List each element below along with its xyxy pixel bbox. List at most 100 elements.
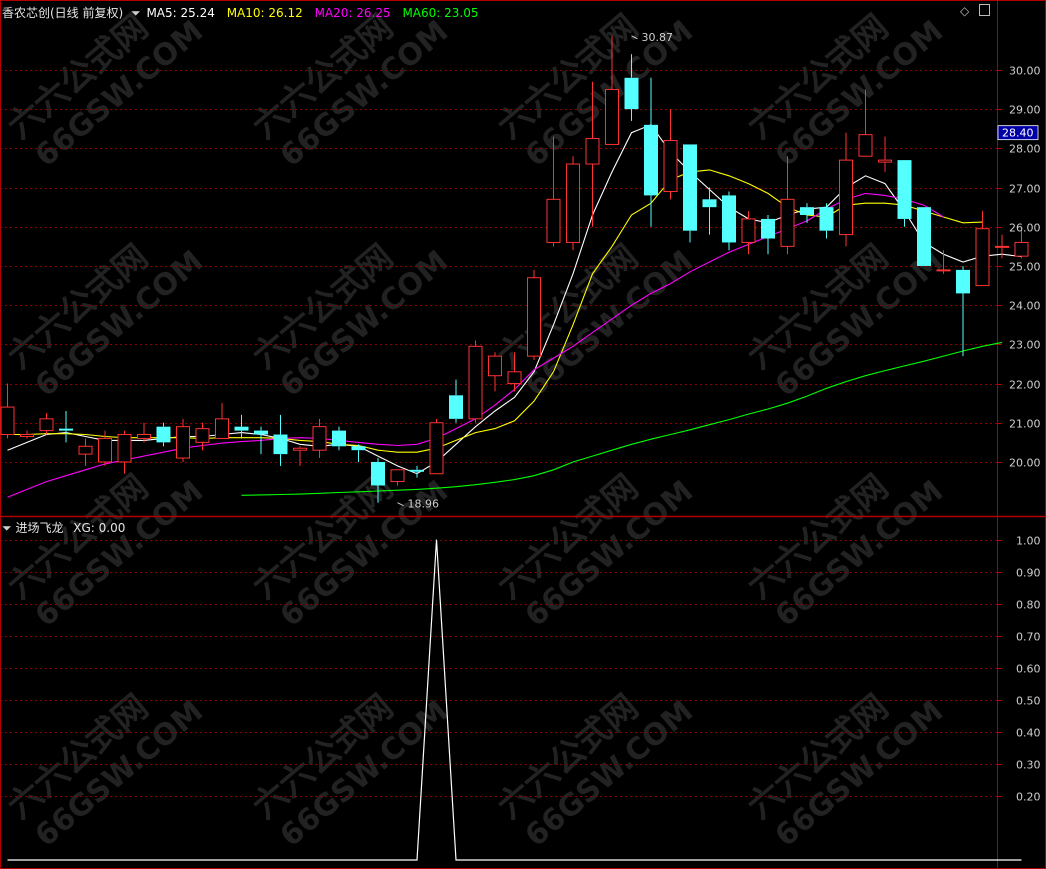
indicator-settings-icon[interactable]: ⏷ — [131, 6, 141, 20]
watermark-mark: 六六公式网66GSW.COM — [0, 237, 210, 404]
candle-body-up — [858, 134, 873, 157]
indicator-tick-label: 1.00 — [1016, 535, 1041, 548]
watermark-mark: 六六公式网66GSW.COM — [490, 467, 700, 634]
candle — [683, 144, 697, 243]
candle-body-up — [176, 426, 190, 459]
candle — [527, 269, 541, 361]
candle — [273, 414, 288, 466]
candle-body-down — [234, 426, 249, 431]
candle — [0, 383, 15, 439]
diamond-icon[interactable]: ◇ — [960, 4, 969, 18]
candle-body-down — [624, 77, 639, 110]
candle — [663, 109, 678, 200]
candle-body-down — [449, 395, 463, 419]
chart-window-controls: ◇ — [960, 4, 991, 18]
candle-body-up — [215, 418, 229, 439]
candle-body-up — [663, 140, 678, 192]
candle — [429, 418, 444, 475]
candle-body-up — [546, 198, 561, 243]
ma20-label: MA20: 26.25 — [314, 6, 391, 20]
candle-body-down — [956, 269, 970, 294]
candle-body-down — [897, 160, 912, 219]
candle-body-up — [936, 269, 951, 272]
candle-body-down — [819, 207, 834, 231]
candle — [761, 215, 775, 255]
watermark-mark: 六六公式网66GSW.COM — [490, 687, 700, 854]
candle-body-up — [488, 355, 502, 377]
candle-body-up — [507, 371, 522, 385]
price-tick-label: 29.00 — [1009, 104, 1041, 117]
candle-body-up — [839, 159, 853, 236]
candle-body-down — [683, 144, 697, 231]
candle-body-up — [605, 89, 619, 145]
candle-body-up — [293, 447, 307, 451]
candle — [488, 352, 502, 392]
candle — [566, 156, 580, 251]
candle-body-down — [254, 430, 268, 435]
candle — [449, 379, 463, 423]
candle — [20, 430, 34, 439]
candle — [644, 77, 658, 227]
candle-body-up — [975, 228, 990, 287]
candle-body-down — [917, 207, 931, 266]
candle — [956, 265, 970, 357]
indicator-value: XG: 0.00 — [73, 521, 126, 535]
candle — [215, 403, 229, 439]
candle-body-up — [117, 434, 132, 463]
candle-body-up — [585, 138, 600, 165]
annotation-label: 30.87 — [642, 31, 674, 44]
indicator-tick-label: 0.50 — [1016, 695, 1041, 708]
candle-body-up — [137, 434, 151, 439]
candle-body-up — [0, 406, 15, 436]
candle — [39, 412, 54, 435]
watermark-mark: 六六公式网66GSW.COM — [0, 467, 210, 634]
indicator-tick-label: 0.30 — [1016, 759, 1041, 772]
chart-header: 香农芯创(日线 前复权) ⏷ MA5: 25.24 MA10: 26.12 MA… — [2, 4, 479, 21]
candle — [332, 426, 346, 451]
candle-body-up — [1014, 241, 1029, 257]
candle — [1014, 230, 1029, 259]
price-tick-label: 26.00 — [1009, 222, 1041, 235]
candle-body-up — [98, 437, 112, 463]
indicator-settings-icon-2[interactable]: ⏷ — [2, 521, 12, 535]
candle-body-down — [371, 461, 385, 486]
candle-body-up — [780, 198, 795, 247]
candle-body-down — [59, 428, 73, 431]
candle — [390, 469, 405, 486]
stock-title[interactable]: 香农芯创(日线 前复权) — [2, 6, 123, 20]
watermark-mark: 六六公式网66GSW.COM — [490, 237, 700, 404]
indicator-title[interactable]: 进场飞龙 — [15, 521, 63, 535]
candle — [878, 136, 892, 172]
candle-body-up — [566, 163, 580, 243]
candle — [176, 418, 190, 462]
watermark-mark: 六六公式网66GSW.COM — [740, 467, 950, 634]
candle-body-down — [351, 446, 366, 451]
candle-body-down — [761, 218, 775, 239]
price-tick-label: 25.00 — [1009, 261, 1041, 274]
price-tick-label: 27.00 — [1009, 183, 1041, 196]
candle-body-up — [312, 426, 327, 451]
price-tick-label: 28.00 — [1009, 143, 1041, 156]
candle-body-up — [39, 418, 54, 432]
current-price-label: 28.40 — [1002, 127, 1034, 140]
candle-body-up — [741, 218, 756, 243]
candle — [468, 340, 483, 423]
price-tick-label: 21.00 — [1009, 418, 1041, 431]
candle-body-down — [702, 199, 717, 208]
price-axis: 20.00 21.00 22.00 23.00 24.00 25.00 26.00 27.00… — [997, 65, 1041, 804]
panel-toggle-icon[interactable] — [979, 4, 991, 16]
candle — [234, 414, 249, 439]
candle-body-up — [468, 345, 483, 420]
candle-body-down — [800, 207, 814, 215]
price-tick-label: 22.00 — [1009, 379, 1041, 392]
candle — [59, 411, 73, 443]
candle-body-up — [878, 159, 892, 163]
candle — [917, 207, 931, 266]
watermark-mark: 六六公式网66GSW.COM — [245, 237, 455, 404]
candle — [312, 418, 327, 459]
candle-body-up — [20, 434, 34, 437]
ma5-label: MA5: 25.24 — [146, 6, 215, 20]
candle-body-down — [644, 124, 658, 196]
watermark-mark: 六六公式网66GSW.COM — [740, 687, 950, 854]
indicator-header: ⏷ 进场飞龙 XG: 0.00 — [2, 519, 125, 536]
